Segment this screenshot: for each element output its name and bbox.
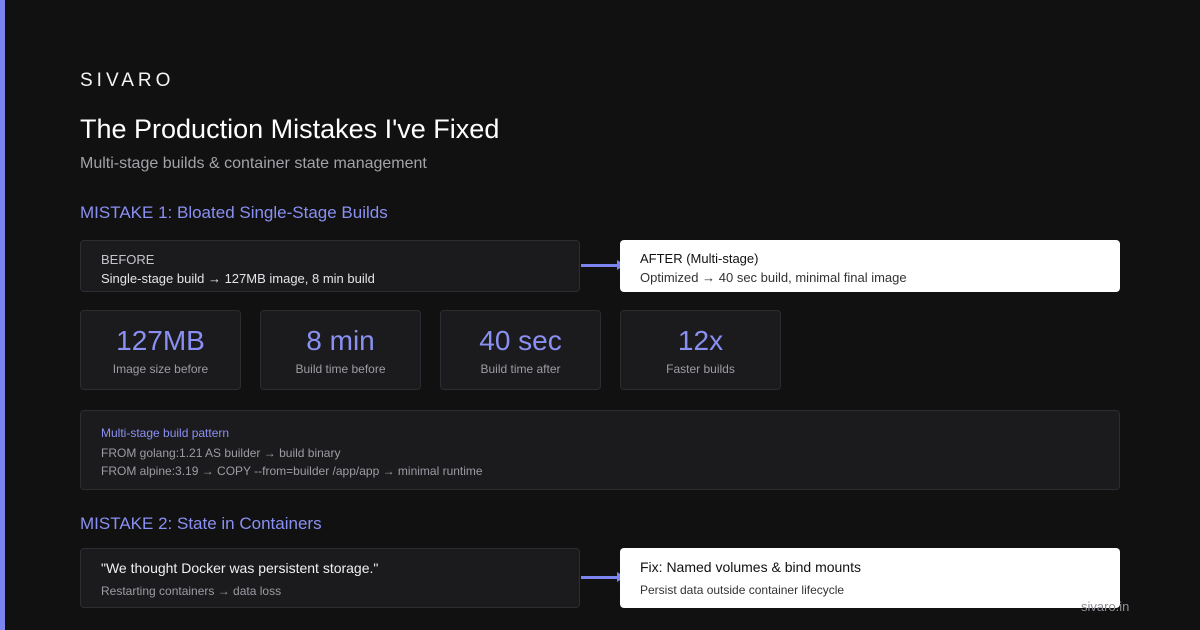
- mistake-2-heading: MISTAKE 2: State in Containers: [80, 514, 322, 533]
- stat-card: 40 sec Build time after: [440, 310, 601, 390]
- before-text: Single-stage build → 127MB image, 8 min …: [101, 271, 375, 286]
- stat-caption: Build time before: [295, 362, 386, 376]
- stat-value: 12x: [677, 325, 724, 356]
- quote-fix-arrow: [581, 572, 625, 582]
- quote-consequence: Restarting containers → data loss: [101, 584, 282, 598]
- before-after-arrow: [581, 260, 625, 270]
- code-pattern-card: Multi-stage build pattern FROM golang:1.…: [80, 410, 1120, 490]
- stat-value: 8 min: [306, 325, 375, 356]
- stat-card: 127MB Image size before: [80, 310, 241, 390]
- page-title: The Production Mistakes I've Fixed: [80, 114, 500, 144]
- quote-card: "We thought Docker was persistent storag…: [80, 548, 580, 608]
- fix-text: Persist data outside container lifecycle: [640, 583, 845, 597]
- stat-caption: Image size before: [112, 362, 209, 376]
- code-pattern-title: Multi-stage build pattern: [101, 426, 230, 440]
- quote-text: "We thought Docker was persistent storag…: [101, 560, 379, 576]
- fix-card: Fix: Named volumes & bind mounts Persist…: [620, 548, 1120, 608]
- footer-url: sivaro.in: [1081, 599, 1130, 614]
- brand-logo-text: SIVARO: [80, 70, 175, 91]
- after-card: AFTER (Multi-stage) Optimized → 40 sec b…: [620, 240, 1120, 292]
- after-label: AFTER (Multi-stage): [640, 251, 759, 266]
- after-text: Optimized → 40 sec build, minimal final …: [640, 270, 907, 285]
- mistake-1-heading: MISTAKE 1: Bloated Single-Stage Builds: [80, 203, 388, 222]
- fix-label: Fix: Named volumes & bind mounts: [640, 559, 861, 575]
- stat-value: 127MB: [116, 325, 205, 356]
- before-card: BEFORE Single-stage build → 127MB image,…: [80, 240, 580, 292]
- stat-caption: Faster builds: [666, 362, 735, 376]
- left-accent-bar: [0, 0, 5, 630]
- stat-value: 40 sec: [479, 325, 562, 356]
- stat-caption: Build time after: [480, 362, 561, 376]
- stat-card: 8 min Build time before: [260, 310, 421, 390]
- before-label: BEFORE: [101, 252, 155, 267]
- code-line: FROM alpine:3.19 → COPY --from=builder /…: [101, 464, 483, 478]
- page-subtitle: Multi-stage builds & container state man…: [80, 155, 427, 172]
- code-line: FROM golang:1.21 AS builder → build bina…: [101, 446, 341, 460]
- stat-card: 12x Faster builds: [620, 310, 781, 390]
